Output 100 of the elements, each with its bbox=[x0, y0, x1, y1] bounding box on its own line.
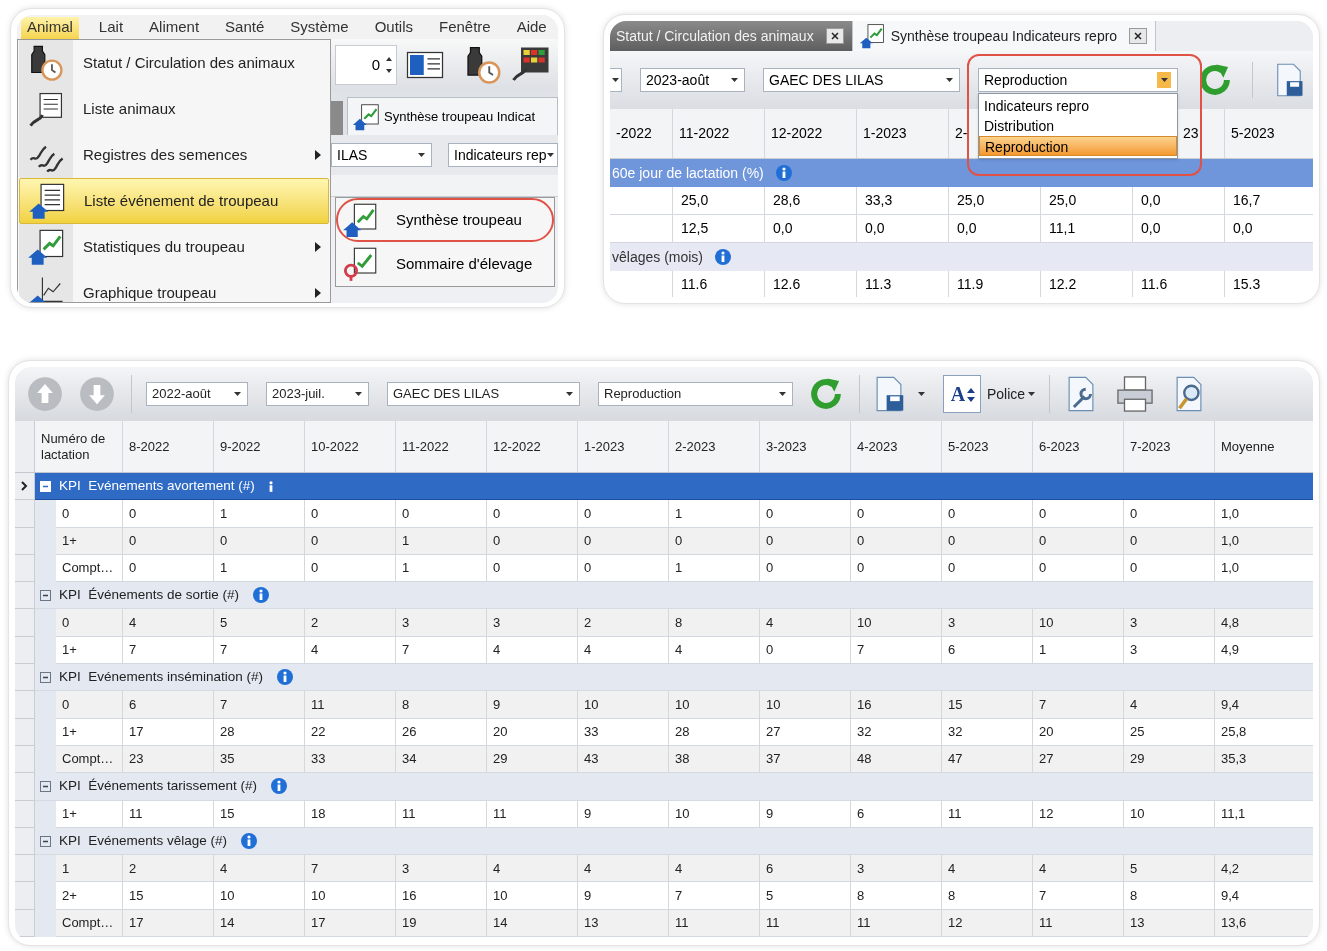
table-cell: 0 bbox=[123, 500, 214, 528]
table-cell: 14 bbox=[214, 909, 305, 938]
table-cell: 12.6 bbox=[765, 271, 857, 297]
collapse-icon[interactable] bbox=[40, 671, 51, 683]
menu-item[interactable]: Santé bbox=[219, 17, 271, 39]
table-cell: 11 bbox=[123, 800, 214, 828]
table-cell: 2 bbox=[578, 609, 669, 637]
menu-option[interactable]: Liste événement de troupeau bbox=[19, 178, 329, 224]
caret-down-icon bbox=[731, 78, 738, 82]
dropdown[interactable]: Reproduction bbox=[598, 382, 793, 406]
table-cell: 15.3 bbox=[1225, 271, 1313, 297]
menu-option[interactable]: Graphique troupeau bbox=[19, 270, 329, 302]
menu-item[interactable]: Animal bbox=[21, 17, 79, 39]
group-row[interactable]: KPI Evénements avortement (#) bbox=[35, 473, 1313, 501]
menu-option[interactable]: Statistiques du troupeau bbox=[19, 224, 329, 270]
menu-item[interactable]: Outils bbox=[368, 17, 419, 39]
column-header: 5-2023 bbox=[1225, 109, 1313, 158]
caret-down-icon bbox=[1028, 392, 1036, 396]
table-cell: 0 bbox=[214, 527, 305, 555]
font-menu-button[interactable]: Police bbox=[987, 383, 1036, 405]
menu-item[interactable]: Aide bbox=[510, 17, 553, 39]
dropdown[interactable]: ILAS bbox=[331, 143, 432, 167]
row-label: 1+ bbox=[56, 636, 123, 665]
menu-option[interactable]: Statut / Circulation des animaux bbox=[19, 40, 329, 86]
dropdown[interactable]: 2023-août bbox=[640, 68, 745, 92]
dropdown[interactable]: GAEC DES LILAS bbox=[763, 68, 960, 92]
dropdown[interactable]: 2022-août bbox=[146, 382, 248, 406]
table-cell: 23 bbox=[123, 745, 214, 774]
table-cell: 47 bbox=[942, 745, 1033, 774]
table-cell: 27 bbox=[760, 718, 851, 746]
dropdown-option[interactable]: Reproduction bbox=[979, 136, 1177, 156]
close-tab-button[interactable] bbox=[1129, 28, 1148, 44]
row-label: 2+ bbox=[56, 882, 123, 910]
table-cell: 10 bbox=[760, 691, 851, 719]
group-row[interactable]: KPI Evénements vêlage (#) bbox=[35, 827, 1313, 856]
row-label: Compt… bbox=[56, 554, 123, 583]
table-cell: 12.2 bbox=[1041, 271, 1133, 297]
table-cell: 13 bbox=[578, 909, 669, 938]
menu-option[interactable]: Registres des semences bbox=[19, 132, 329, 178]
submenu-item[interactable]: Synthèse troupeau bbox=[336, 198, 554, 242]
table-cell: 43 bbox=[578, 745, 669, 774]
collapse-icon[interactable] bbox=[40, 780, 51, 792]
menu-item[interactable]: Aliment bbox=[143, 17, 206, 39]
column-header: 9-2022 bbox=[214, 421, 305, 472]
house-chart-icon bbox=[27, 228, 65, 266]
group-row[interactable]: KPI Événements tarissement (#) bbox=[35, 773, 1313, 801]
column-header: 8-2022 bbox=[123, 421, 214, 472]
collapse-icon[interactable] bbox=[40, 589, 51, 601]
table-cell: 0 bbox=[1124, 527, 1215, 555]
number-spinner[interactable]: 0 bbox=[335, 45, 397, 85]
close-tab-button[interactable] bbox=[825, 28, 844, 44]
table-cell: 7 bbox=[1033, 882, 1124, 910]
table-cell: 8 bbox=[942, 882, 1033, 910]
table-cell: 11.9 bbox=[949, 271, 1041, 297]
table-cell: 0 bbox=[487, 500, 578, 528]
tab[interactable]: Statut / Circulation des animaux bbox=[610, 21, 852, 51]
collapse-icon[interactable] bbox=[40, 835, 51, 847]
dropdown[interactable]: Reproduction bbox=[978, 68, 1178, 92]
submenu-item[interactable]: Sommaire d'élevage bbox=[336, 242, 554, 286]
table-cell: 33 bbox=[578, 718, 669, 746]
row-indent bbox=[35, 909, 56, 938]
tab[interactable]: Synthèse troupeau Indicateurs repro bbox=[851, 21, 1157, 51]
tab[interactable]: Synthèse troupeau Indicat bbox=[347, 97, 558, 135]
menu-item[interactable]: Lait bbox=[92, 17, 130, 39]
table-cell: 7 bbox=[214, 691, 305, 719]
table-cell: 6 bbox=[760, 855, 851, 883]
table-cell: 28,6 bbox=[765, 187, 857, 214]
table-cell: 15 bbox=[214, 800, 305, 828]
table-cell: 0 bbox=[1124, 554, 1215, 583]
dropdown[interactable]: 2023-juil. bbox=[266, 382, 369, 406]
group-row[interactable]: KPI Evénements insémination (#) bbox=[35, 664, 1313, 692]
table-cell: 0 bbox=[123, 527, 214, 555]
group-row[interactable]: KPI Événements de sortie (#) bbox=[35, 582, 1313, 610]
dropdown[interactable]: GAEC DES LILAS bbox=[387, 382, 580, 406]
menu-option[interactable]: Liste animaux bbox=[19, 86, 329, 132]
column-header: 7-2023 bbox=[1124, 421, 1215, 472]
dropdown[interactable] bbox=[610, 68, 622, 92]
menu-item[interactable]: Système bbox=[284, 17, 355, 39]
row-selector[interactable] bbox=[15, 473, 35, 501]
table-cell: 12,5 bbox=[673, 215, 765, 242]
house-chart-icon bbox=[342, 202, 378, 238]
table-cell: 12 bbox=[1033, 800, 1124, 828]
tab[interactable] bbox=[331, 101, 343, 135]
table-cell: 0 bbox=[760, 500, 851, 528]
table-cell: 9 bbox=[487, 691, 578, 719]
caret-down-icon bbox=[566, 392, 573, 396]
table-cell: 33,3 bbox=[857, 187, 949, 214]
table-cell: 4,8 bbox=[1215, 609, 1313, 637]
table-cell: 17 bbox=[123, 909, 214, 938]
table-cell: 35 bbox=[214, 745, 305, 774]
font-button[interactable]: A bbox=[943, 375, 981, 413]
table-cell: 7 bbox=[396, 636, 487, 665]
table-cell: 25,0 bbox=[673, 187, 765, 214]
row-label: 0 bbox=[56, 500, 123, 528]
table-cell: 18 bbox=[305, 800, 396, 828]
menu-item[interactable]: Fenêtre bbox=[433, 17, 497, 39]
table-cell: 4 bbox=[578, 636, 669, 665]
dropdown[interactable]: Indicateurs rep bbox=[448, 143, 558, 167]
caret-down-icon bbox=[779, 392, 786, 396]
column-header: 11-2022 bbox=[673, 109, 765, 158]
